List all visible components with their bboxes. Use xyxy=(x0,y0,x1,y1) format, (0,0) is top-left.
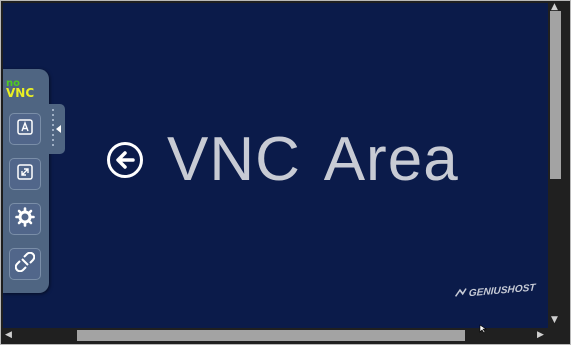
mouse-cursor-icon xyxy=(479,321,487,339)
novnc-control-bar: no VNC xyxy=(3,69,49,293)
disconnect-button[interactable] xyxy=(9,248,41,280)
brand-text: GENIUSHOST xyxy=(468,282,536,300)
logo-vnc: VNC xyxy=(6,86,35,100)
vnc-canvas[interactable]: VNC Area GENIUSHOST xyxy=(3,3,548,328)
novnc-logo: no VNC xyxy=(6,79,34,99)
settings-button[interactable] xyxy=(9,203,41,235)
fullscreen-button[interactable] xyxy=(9,158,41,190)
horizontal-scroll-thumb[interactable] xyxy=(77,330,465,341)
brand-mark-icon xyxy=(454,287,467,301)
title-text: VNC Area xyxy=(167,125,459,194)
gear-icon xyxy=(15,206,35,232)
scroll-left-icon[interactable]: ◀ xyxy=(5,331,12,340)
vertical-scroll-thumb[interactable] xyxy=(550,11,561,179)
brand-logo: GENIUSHOST xyxy=(454,282,536,302)
control-bar-handle[interactable] xyxy=(49,104,65,154)
keyboard-a-icon xyxy=(16,118,34,141)
fullscreen-icon xyxy=(16,163,34,186)
horizontal-scrollbar[interactable]: ◀ ▶ xyxy=(3,328,548,343)
vertical-scrollbar[interactable]: ▲ ▼ xyxy=(548,3,563,328)
grip-dots-icon xyxy=(52,109,54,149)
scrollbar-corner xyxy=(548,328,563,343)
vnc-area-title: VNC Area xyxy=(107,129,459,191)
extra-keys-button[interactable] xyxy=(9,113,41,145)
disconnect-icon xyxy=(14,251,36,277)
scroll-right-icon[interactable]: ▶ xyxy=(537,331,544,340)
browser-frame: VNC Area GENIUSHOST no VNC ▲ ▼ ◀ ▶ xyxy=(0,0,571,345)
scroll-down-icon[interactable]: ▼ xyxy=(551,316,558,325)
back-arrow-icon xyxy=(107,142,143,178)
collapse-arrow-icon xyxy=(56,125,61,133)
